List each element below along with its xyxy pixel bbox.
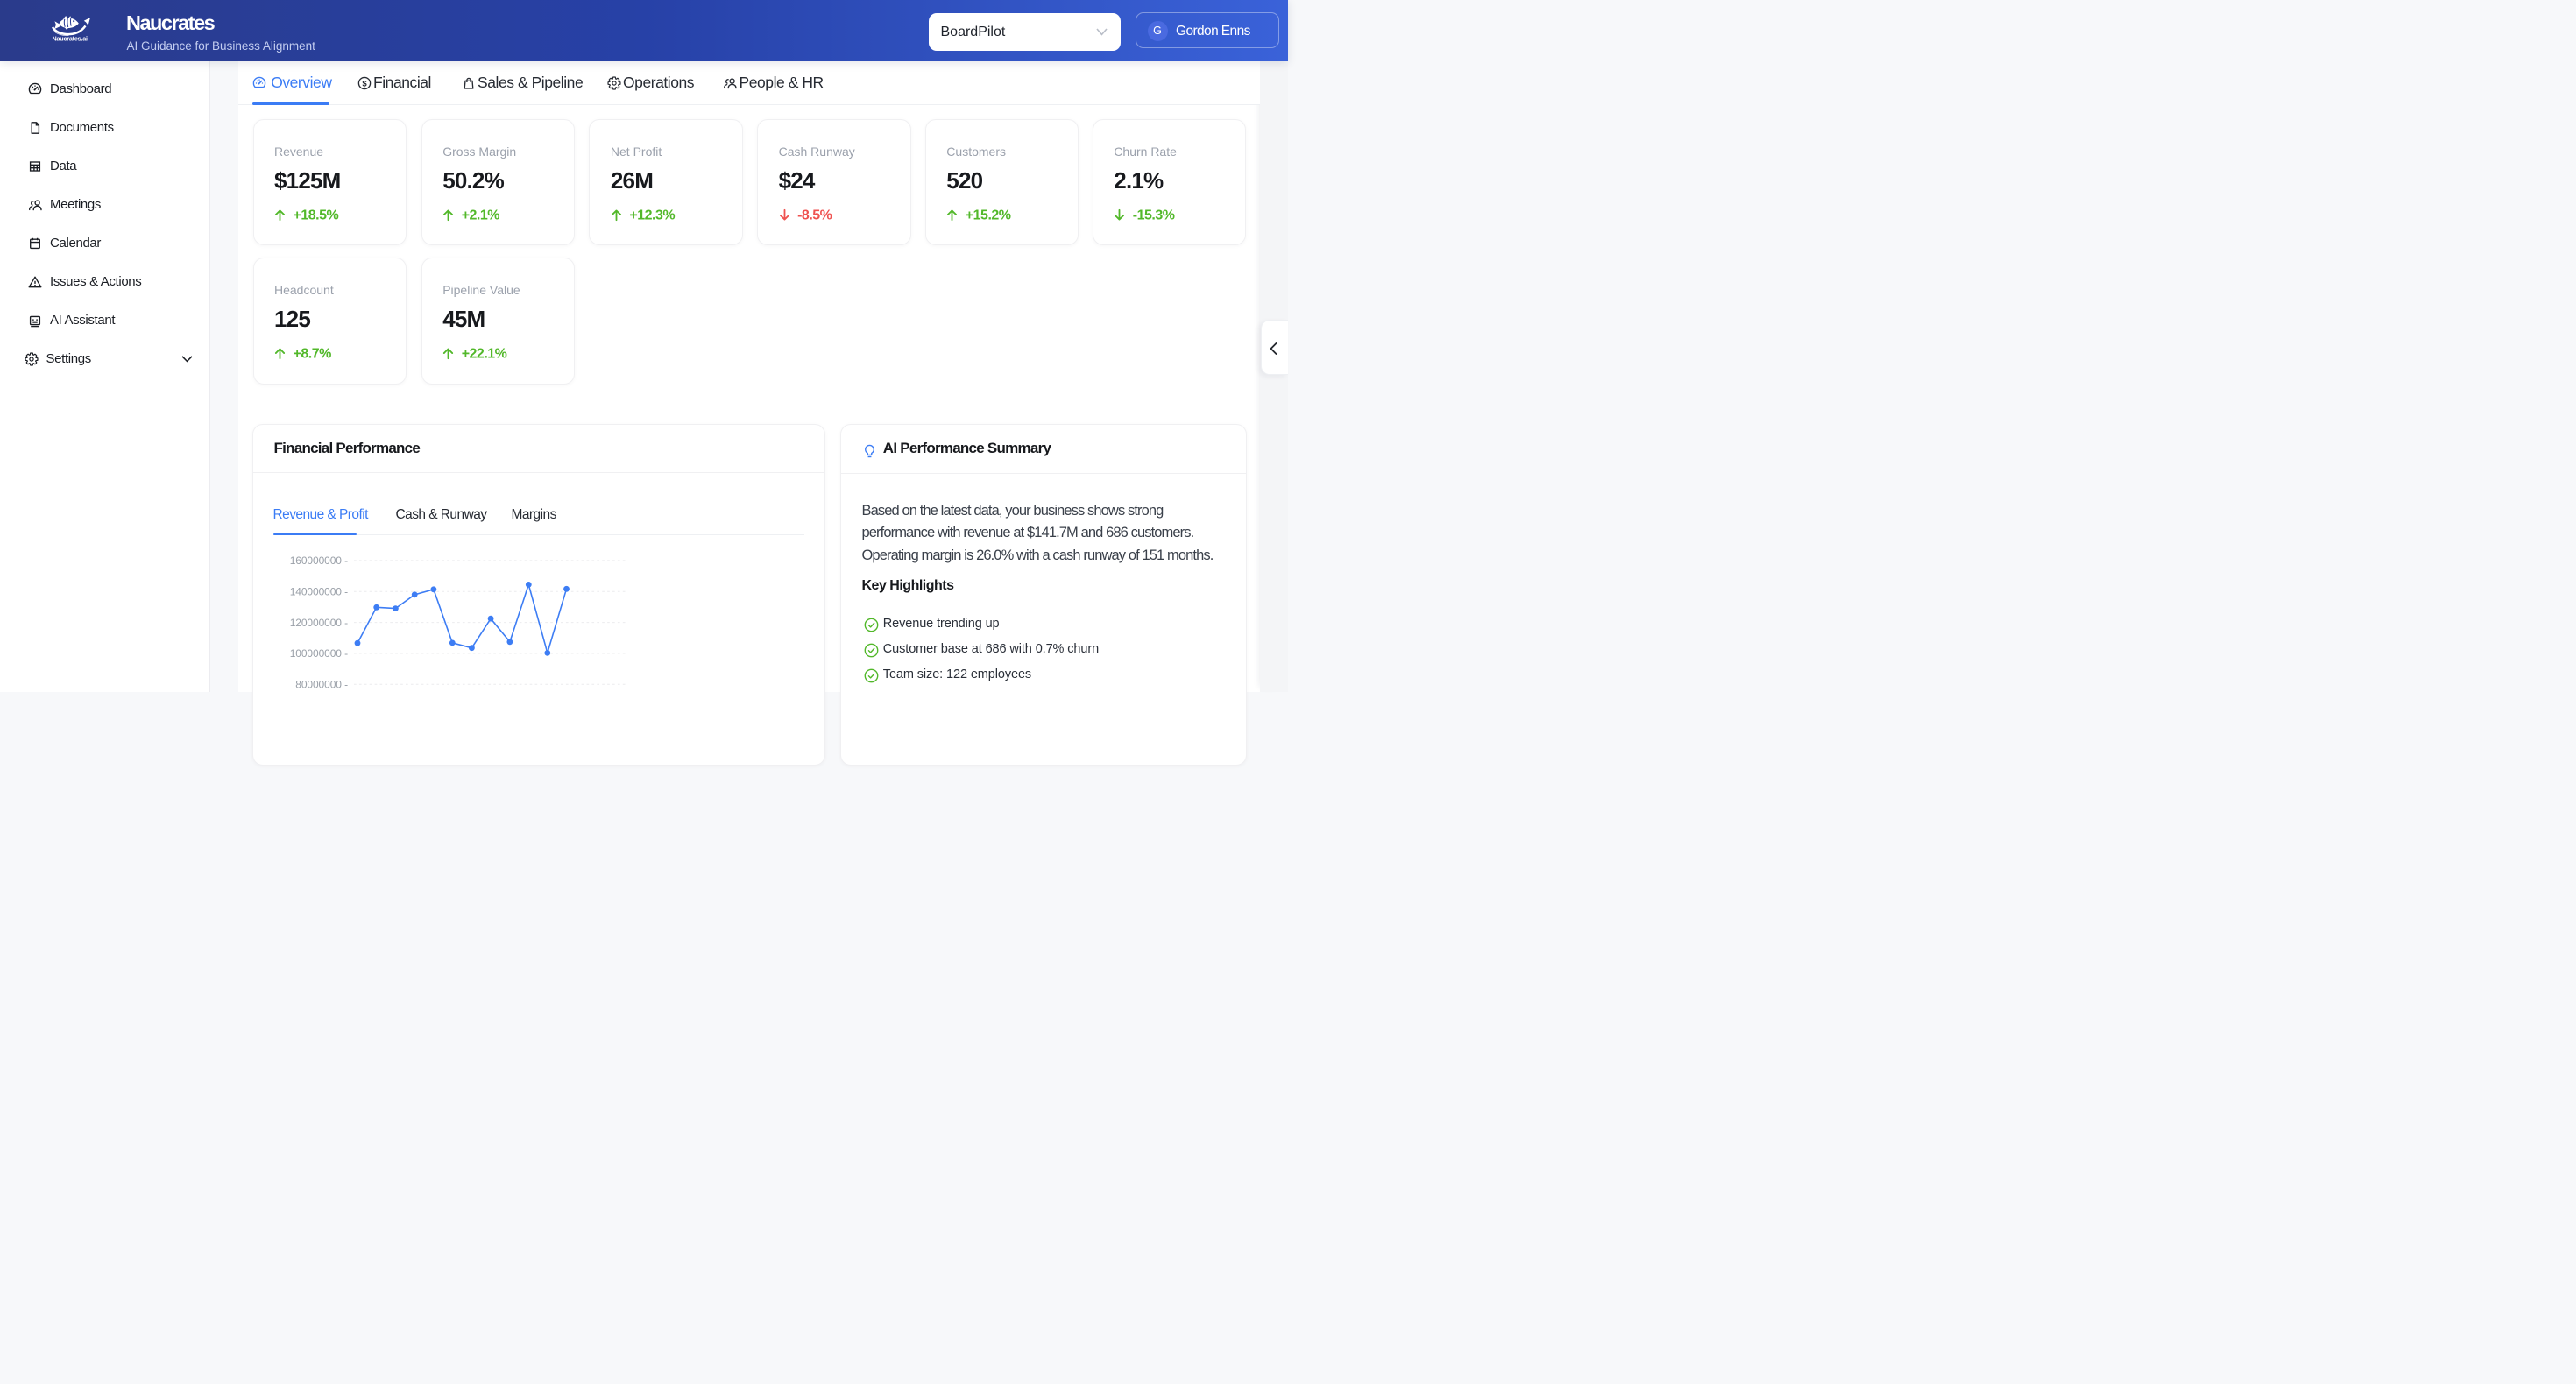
svg-text:$: $ (362, 79, 367, 88)
svg-text:100000000 -: 100000000 - (290, 647, 348, 660)
svg-text:80000000 -: 80000000 - (295, 679, 348, 691)
svg-text:160000000 -: 160000000 - (290, 554, 348, 567)
svg-text:140000000 -: 140000000 - (290, 585, 348, 597)
svg-text:120000000 -: 120000000 - (290, 617, 348, 629)
svg-text:Naucrates.ai: Naucrates.ai (52, 34, 88, 41)
